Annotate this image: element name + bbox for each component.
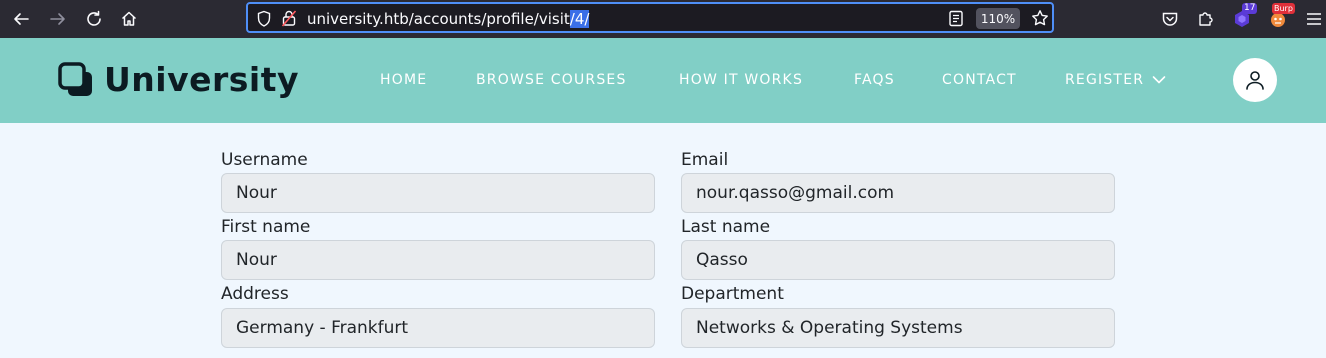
nav-home[interactable]: HOME (380, 72, 427, 88)
email-label: Email (681, 150, 729, 170)
logo-squares-icon (58, 61, 92, 96)
back-button[interactable] (9, 7, 33, 31)
address-bar[interactable]: university.htb/accounts/profile/visit/4/… (246, 2, 1054, 33)
burp-extension-button[interactable]: Burp (1266, 3, 1295, 31)
app-menu-button[interactable] (1302, 7, 1326, 31)
arrow-right-icon (50, 13, 65, 25)
logo-text: University (104, 60, 300, 99)
username-field[interactable]: Nour (221, 173, 655, 213)
home-icon (121, 11, 137, 26)
insecure-lock-icon[interactable] (281, 9, 297, 27)
extension-button[interactable]: 17 (1230, 3, 1258, 31)
zoom-level-button[interactable]: 110% (976, 8, 1020, 29)
address-label: Address (221, 284, 289, 304)
browser-toolbar: university.htb/accounts/profile/visit/4/… (0, 0, 1326, 38)
user-account-button[interactable] (1233, 58, 1277, 102)
first-name-label: First name (221, 217, 311, 237)
shield-icon[interactable] (256, 10, 272, 27)
last-name-label: Last name (681, 217, 771, 237)
pocket-icon (1162, 12, 1178, 26)
extension-count-badge: 17 (1242, 3, 1258, 14)
arrow-left-icon (14, 13, 29, 25)
nav-contact[interactable]: CONTACT (942, 72, 1017, 88)
first-name-field[interactable]: Nour (221, 240, 655, 280)
url-selection: /4/ (569, 10, 590, 28)
reload-icon (87, 10, 101, 26)
burp-badge: Burp (1272, 3, 1295, 14)
department-field[interactable]: Networks & Operating Systems (681, 308, 1115, 348)
nav-faqs[interactable]: FAQS (854, 72, 895, 88)
puzzle-icon (1199, 12, 1213, 26)
bookmark-star-icon[interactable] (1031, 9, 1049, 27)
home-button[interactable] (117, 7, 141, 31)
username-label: Username (221, 150, 308, 170)
address-field[interactable]: Germany - Frankfurt (221, 308, 655, 348)
nav-register-dropdown[interactable]: REGISTER (1065, 72, 1166, 88)
nav-how-it-works[interactable]: HOW IT WORKS (679, 72, 803, 88)
nav-browse-courses[interactable]: BROWSE COURSES (476, 72, 627, 88)
forward-button[interactable] (46, 7, 70, 31)
url-prefix: university.htb/accounts/profile/visit (307, 10, 570, 28)
site-header: University HOME BROWSE COURSES HOW IT WO… (0, 38, 1326, 123)
url-text[interactable]: university.htb/accounts/profile/visit/4/ (307, 10, 590, 28)
extensions-button[interactable] (1194, 7, 1218, 31)
user-icon (1246, 71, 1264, 90)
department-label: Department (681, 284, 784, 304)
site-logo[interactable]: University (58, 60, 299, 99)
hamburger-menu-icon (1307, 13, 1321, 25)
nav-register-label: REGISTER (1065, 72, 1145, 88)
last-name-field[interactable]: Qasso (681, 240, 1115, 280)
reload-button[interactable] (82, 7, 106, 31)
pocket-button[interactable] (1158, 7, 1182, 31)
reader-view-icon[interactable] (948, 10, 964, 27)
email-field[interactable]: nour.qasso@gmail.com (681, 173, 1115, 213)
chevron-down-icon (1152, 76, 1166, 84)
